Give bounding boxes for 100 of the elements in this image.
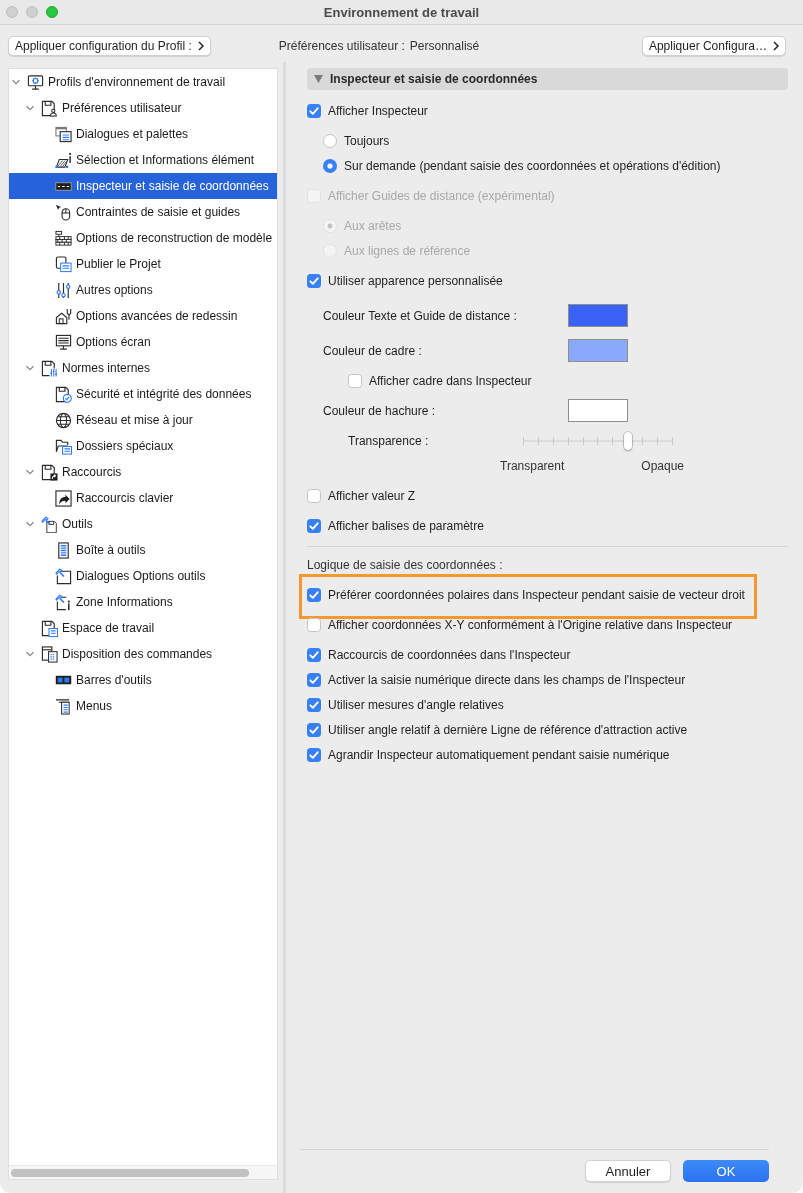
floppy-arrow-icon: [41, 463, 58, 481]
checkbox[interactable]: [307, 618, 321, 632]
slider-max-label: Opaque: [641, 458, 684, 473]
radio-button[interactable]: [323, 158, 337, 173]
tree-item[interactable]: Sécurité et intégrité des données: [9, 381, 277, 407]
hatch-info-icon: [55, 151, 72, 169]
checkbox-label: Afficher balises de paramètre: [328, 518, 484, 533]
color-swatch[interactable]: [568, 304, 628, 327]
tree-item[interactable]: Barres d'outils: [9, 667, 277, 693]
menu-list-icon: [55, 697, 72, 715]
folder-list-icon: [55, 437, 72, 455]
chevron-down-icon[interactable]: [26, 468, 34, 476]
tree-item[interactable]: Publier le Projet: [9, 251, 277, 277]
checkbox-label: Afficher Inspecteur: [328, 103, 428, 118]
floppy-check-icon: [55, 385, 72, 403]
color-label: Couleur de hachure :: [323, 403, 436, 418]
tree-item[interactable]: Zone Informations: [9, 589, 277, 615]
chevron-right-icon: [197, 41, 204, 51]
hammer-info-icon: [55, 593, 72, 611]
tree-item[interactable]: Raccourcis clavier: [9, 485, 277, 511]
chevron-down-icon[interactable]: [12, 78, 20, 86]
scrollbar-thumb[interactable]: [11, 1169, 249, 1177]
cancel-button[interactable]: Annuler: [585, 1160, 671, 1182]
checkbox-label: Afficher cadre dans Inspecteur: [369, 373, 532, 388]
floppy-sliders-icon: [41, 359, 58, 377]
tree-item[interactable]: Options avancées de redessin: [9, 303, 277, 329]
apply-configuration-button[interactable]: Appliquer Configura…: [641, 36, 786, 56]
chevron-right-icon: [773, 41, 779, 51]
hammer-floppy-icon: [41, 515, 58, 533]
chevron-down-icon[interactable]: [26, 520, 34, 528]
tree-item[interactable]: Autres options: [9, 277, 277, 303]
tree-item[interactable]: Options de reconstruction de modèle: [9, 225, 277, 251]
tree-item[interactable]: Dossiers spéciaux: [9, 433, 277, 459]
slider-thumb[interactable]: [624, 431, 632, 450]
radio-button[interactable]: [323, 133, 337, 148]
checkbox[interactable]: [307, 648, 321, 662]
checkbox[interactable]: [307, 103, 321, 118]
checkbox[interactable]: [307, 518, 321, 533]
color-swatch[interactable]: [568, 399, 628, 422]
radio-label: Aux arêtes: [344, 218, 402, 233]
tree-item[interactable]: Sélection et Informations élément: [9, 147, 277, 173]
checkbox[interactable]: [307, 488, 321, 503]
tree-item[interactable]: Contraintes de saisie et guides: [9, 199, 277, 225]
color-label: Couleur Texte et Guide de distance :: [323, 308, 517, 323]
tree-item[interactable]: Dialogues et palettes: [9, 121, 277, 147]
radio-label: Toujours: [344, 133, 390, 148]
checkbox[interactable]: [307, 748, 321, 762]
status-label: Préférences utilisateur :: [278, 39, 405, 53]
slider-min-label: Transparent: [500, 458, 565, 473]
floppy-list-icon: [41, 619, 58, 637]
document-list-icon: [55, 255, 72, 273]
tree-item[interactable]: Options écran: [9, 329, 277, 355]
tree-item[interactable]: Raccourcis: [9, 459, 277, 485]
bricks-icon: [55, 229, 72, 247]
monitor-icon: [55, 333, 72, 351]
confirm-button[interactable]: OK: [683, 1160, 769, 1182]
list-panel-icon: [55, 541, 72, 559]
tree-item[interactable]: Disposition des commandes: [9, 641, 277, 667]
color-label: Couleur de cadre :: [323, 343, 422, 358]
radio-label: Aux lignes de référence: [344, 243, 471, 258]
cursor-mouse-icon: [55, 203, 72, 221]
checkbox[interactable]: [307, 273, 321, 288]
section-header[interactable]: Inspecteur et saisie de coordonnées: [307, 68, 788, 90]
tree-item[interactable]: Menus: [9, 693, 277, 719]
color-swatch[interactable]: [568, 339, 628, 362]
status-value: Personnalisé: [409, 39, 480, 53]
checkbox[interactable]: [307, 698, 321, 712]
globe-icon: [55, 411, 72, 429]
checkbox[interactable]: [307, 673, 321, 687]
slider-label: Transparence :: [348, 433, 429, 448]
window-title: Environnement de travail: [323, 4, 480, 20]
radio-label: Sur demande (pendant saisie des coordonnées et opérations d'édition): [344, 158, 721, 173]
tree-item[interactable]: Espace de travail: [9, 615, 277, 641]
checkbox[interactable]: [307, 588, 321, 602]
chevron-down-icon[interactable]: [26, 364, 34, 372]
group-heading: Logique de saisie des coordonnées :: [307, 558, 503, 572]
chevron-down-icon[interactable]: [26, 650, 34, 658]
checkbox[interactable]: [307, 723, 321, 737]
tree-item[interactable]: Outils: [9, 511, 277, 537]
apply-profile-button[interactable]: Appliquer configuration du Profil :: [8, 36, 211, 56]
tree-item[interactable]: Profils d'environnement de travail: [9, 69, 277, 95]
checkbox-label: Afficher coordonnées X-Y conformément à l'Origine relative dans Inspecteur: [328, 618, 733, 632]
hammer-window-icon: [55, 567, 72, 585]
slider-track[interactable]: [523, 430, 673, 451]
tree-item[interactable]: Boîte à outils: [9, 537, 277, 563]
tree-item[interactable]: Inspecteur et saisie de coordonnées: [9, 173, 277, 199]
tree-item[interactable]: Réseau et mise à jour: [9, 407, 277, 433]
chevron-down-icon[interactable]: [26, 104, 34, 112]
checkbox-label: Utiliser apparence personnalisée: [328, 273, 503, 288]
checkbox-label: Agrandir Inspecteur automatiquement pendant saisie numérique: [328, 748, 670, 762]
windows-list-icon: [55, 125, 72, 143]
zoom-button[interactable]: [46, 6, 58, 18]
checkbox-label: Activer la saisie numérique directe dans les champs de l'Inspecteur: [328, 673, 686, 687]
checkbox-label: Préférer coordonnées polaires dans Inspecteur pendant saisie de vecteur droit: [328, 588, 745, 602]
document-grid-icon: [41, 645, 58, 663]
checkbox-label: Afficher Guides de distance (expérimental): [328, 188, 555, 203]
tree-item[interactable]: Préférences utilisateur: [9, 95, 277, 121]
tree-item[interactable]: Normes internes: [9, 355, 277, 381]
tree-item[interactable]: Dialogues Options outils: [9, 563, 277, 589]
checkbox[interactable]: [348, 373, 362, 388]
